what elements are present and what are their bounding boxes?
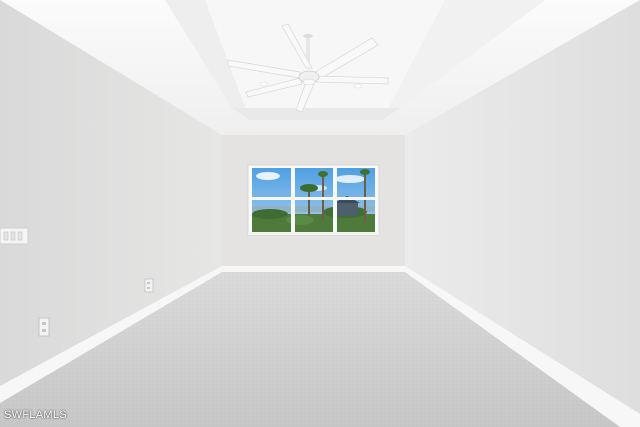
light-switch-icon <box>0 227 29 245</box>
window <box>247 164 380 236</box>
recessed-light <box>353 83 363 89</box>
watermark-text: SWFLAMLS <box>4 409 67 421</box>
room-photo: SWFLAMLS <box>0 0 640 427</box>
recessed-light <box>259 81 269 87</box>
baseboard-back <box>222 266 405 272</box>
outlet-icon <box>38 317 50 337</box>
outlet-icon <box>144 278 154 293</box>
room-scene <box>0 0 640 427</box>
